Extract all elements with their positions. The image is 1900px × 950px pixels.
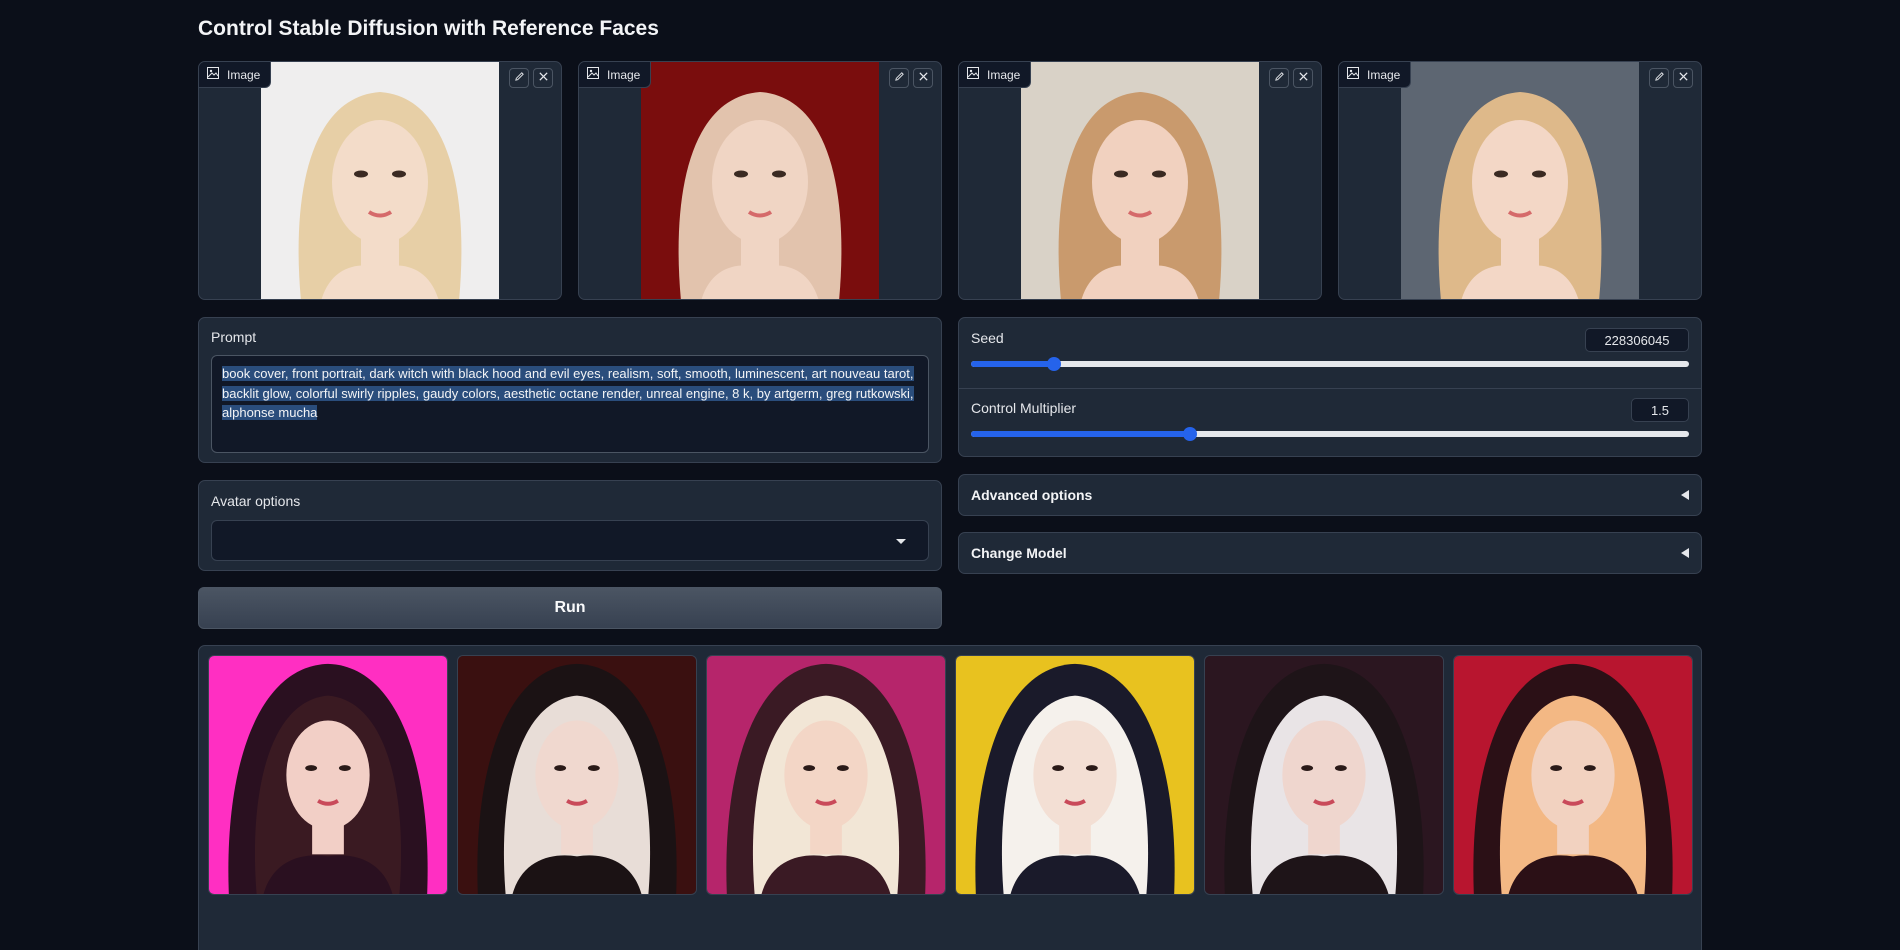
run-button[interactable]: Run — [198, 587, 942, 629]
reference-face-photo — [1021, 62, 1259, 299]
edit-button[interactable] — [1649, 68, 1669, 88]
advanced-options-accordion[interactable]: Advanced options — [958, 474, 1702, 516]
image-label-text: Image — [607, 67, 641, 82]
image-icon — [1347, 67, 1359, 82]
image-label: Image — [1339, 62, 1412, 88]
reference-image-card[interactable]: Image — [958, 61, 1322, 300]
close-icon — [1298, 69, 1309, 87]
gallery-image[interactable] — [706, 655, 946, 895]
prompt-text: book cover, front portrait, dark witch w… — [222, 366, 914, 420]
collapse-arrow-icon — [1681, 490, 1689, 500]
pencil-icon — [894, 69, 905, 87]
output-gallery — [198, 645, 1702, 950]
gallery-image[interactable] — [1204, 655, 1444, 895]
image-icon — [207, 67, 219, 82]
pencil-icon — [514, 69, 525, 87]
reference-image-card[interactable]: Image — [1338, 61, 1702, 300]
edit-button[interactable] — [1269, 68, 1289, 88]
clear-image-button[interactable] — [913, 68, 933, 88]
close-icon — [538, 69, 549, 87]
avatar-options-panel: Avatar options — [198, 480, 942, 571]
edit-button[interactable] — [889, 68, 909, 88]
image-label-text: Image — [227, 67, 261, 82]
image-icon — [587, 67, 599, 82]
seed-number-input[interactable]: 228306045 — [1585, 328, 1689, 352]
control-multiplier-slider[interactable] — [971, 427, 1689, 441]
close-icon — [1678, 69, 1689, 87]
clear-image-button[interactable] — [533, 68, 553, 88]
chevron-down-icon — [896, 539, 906, 544]
control-multiplier-label: Control Multiplier — [971, 400, 1077, 416]
clear-image-button[interactable] — [1673, 68, 1693, 88]
pencil-icon — [1654, 69, 1665, 87]
seed-slider-thumb[interactable] — [1046, 357, 1061, 371]
seed-slider[interactable] — [971, 357, 1689, 371]
avatar-options-label: Avatar options — [211, 493, 301, 509]
clear-image-button[interactable] — [1293, 68, 1313, 88]
advanced-options-label: Advanced options — [971, 487, 1093, 503]
avatar-options-dropdown[interactable] — [211, 520, 929, 561]
gallery-image[interactable] — [208, 655, 448, 895]
change-model-label: Change Model — [971, 545, 1067, 561]
image-label: Image — [579, 62, 652, 88]
seed-label: Seed — [971, 330, 1004, 346]
collapse-arrow-icon — [1681, 548, 1689, 558]
edit-button[interactable] — [509, 68, 529, 88]
change-model-accordion[interactable]: Change Model — [958, 532, 1702, 574]
prompt-panel: Prompt book cover, front portrait, dark … — [198, 317, 942, 463]
gallery-image[interactable] — [457, 655, 697, 895]
seed-slider-row: Seed 228306045 — [959, 318, 1701, 388]
control-multiplier-number-input[interactable]: 1.5 — [1631, 398, 1689, 422]
image-label-text: Image — [987, 67, 1021, 82]
prompt-label: Prompt — [211, 329, 257, 345]
reference-face-photo — [1401, 62, 1639, 299]
reference-face-photo — [261, 62, 499, 299]
page-title: Control Stable Diffusion with Reference … — [198, 17, 659, 40]
prompt-textarea[interactable]: book cover, front portrait, dark witch w… — [211, 355, 929, 453]
gallery-image[interactable] — [1453, 655, 1693, 895]
image-icon — [967, 67, 979, 82]
image-label: Image — [959, 62, 1032, 88]
settings-panel: Seed 228306045 Control Multiplier 1.5 — [958, 317, 1702, 457]
control-multiplier-row: Control Multiplier 1.5 — [959, 388, 1701, 458]
pencil-icon — [1274, 69, 1285, 87]
reference-image-card[interactable]: Image — [198, 61, 562, 300]
reference-face-photo — [641, 62, 879, 299]
control-multiplier-slider-fill — [971, 431, 1190, 437]
seed-slider-fill — [971, 361, 1054, 367]
image-label: Image — [199, 62, 272, 88]
control-multiplier-slider-thumb[interactable] — [1182, 427, 1197, 441]
image-label-text: Image — [1367, 67, 1401, 82]
close-icon — [918, 69, 929, 87]
gallery-image[interactable] — [955, 655, 1195, 895]
reference-image-card[interactable]: Image — [578, 61, 942, 300]
